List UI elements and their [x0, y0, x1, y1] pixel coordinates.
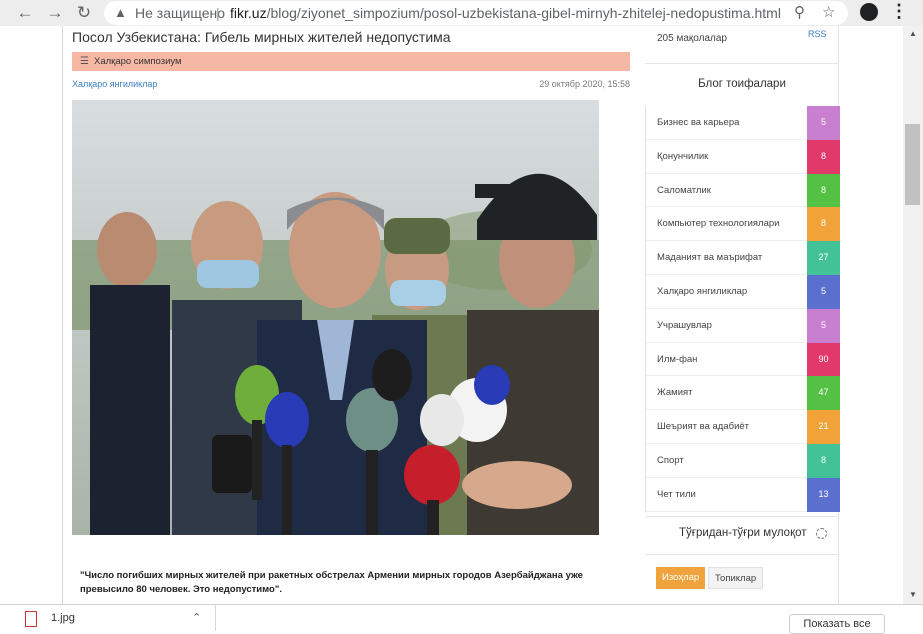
category-name: Чет тили: [657, 488, 696, 500]
category-name: Халқаро янгиликлар: [657, 285, 748, 297]
category-tag-bar[interactable]: ☰ Халқаро симпозиум: [72, 52, 630, 71]
sidebar-category-item[interactable]: Чет тили 13: [646, 477, 840, 512]
scroll-up-arrow-icon[interactable]: ▲: [903, 29, 923, 38]
url-host: fikr.uz: [230, 5, 267, 21]
article-date: 29 октябр 2020, 15:58: [539, 79, 630, 89]
sidebar-category-item[interactable]: Жамият 47: [646, 376, 840, 411]
category-count-badge: 27: [807, 241, 840, 275]
bookmark-star-icon[interactable]: ☆: [822, 1, 835, 25]
tab-topics[interactable]: Топиклар: [708, 567, 764, 589]
zoom-icon[interactable]: ⚲: [794, 1, 805, 25]
category-name: Учрашувлар: [657, 319, 712, 331]
category-link[interactable]: Халқаро янгиликлар: [72, 79, 157, 89]
category-count-badge: 8: [807, 207, 840, 242]
category-count-badge: 8: [807, 139, 840, 174]
sidebar-category-item[interactable]: Халқаро янгиликлар 5: [646, 274, 840, 309]
article-photo: [72, 100, 599, 535]
warning-icon[interactable]: ▲: [114, 1, 127, 25]
url-text[interactable]: fikr.uz/blog/ziyonet_simpozium/posol-uzb…: [230, 1, 781, 25]
article-title: Посол Узбекистана: Гибель мирных жителей…: [72, 29, 451, 45]
download-file-name: 1.jpg: [51, 612, 75, 624]
category-name: Қонунчилик: [657, 150, 709, 162]
url-separator: |: [216, 5, 220, 21]
sidebar-category-item[interactable]: Спорт 8: [646, 443, 840, 478]
browser-toolbar: ← → ↻ ▲ Не защищено | fikr.uz/blog/ziyon…: [0, 0, 923, 26]
sidebar-divider: [645, 554, 839, 555]
press-photo-illustration: [72, 100, 599, 535]
sidebar-category-item[interactable]: Илм-фан 90: [646, 342, 840, 377]
sidebar-category-item[interactable]: Саломатлик 8: [646, 173, 840, 208]
sidebar-category-item[interactable]: Учрашувлар 5: [646, 308, 840, 343]
chevron-up-icon[interactable]: ⌃: [192, 611, 201, 624]
forward-icon[interactable]: →: [44, 2, 66, 24]
category-count-badge: 47: [807, 376, 840, 411]
category-name: Спорт: [657, 454, 684, 466]
category-name: Саломатлик: [657, 184, 711, 196]
sidebar-category-item[interactable]: Бизнес ва карьера 5: [646, 106, 840, 140]
security-label[interactable]: Не защищено: [135, 1, 225, 25]
blog-categories-heading: Блог тоифалари: [698, 78, 786, 90]
sidebar-category-item[interactable]: Шеърият ва адабиёт 21: [646, 410, 840, 444]
direct-chat-title: Тўғридан-тўғри мулоқот: [679, 527, 807, 539]
category-name: Илм-фан: [657, 353, 698, 365]
category-count-badge: 8: [807, 443, 840, 478]
scroll-down-arrow-icon[interactable]: ▼: [903, 590, 923, 599]
left-divider: [62, 26, 63, 604]
layers-icon: ☰: [80, 56, 89, 67]
category-name: Бизнес ва карьера: [657, 117, 740, 128]
downloads-bar: 1.jpg ⌃ Показать все: [0, 604, 923, 634]
web-page: Посол Узбекистана: Гибель мирных жителей…: [0, 26, 903, 604]
category-tag-label: Халқаро симпозиум: [94, 56, 182, 67]
articles-count: 205 мақолалар: [657, 33, 727, 44]
rss-link[interactable]: RSS: [808, 29, 827, 39]
show-all-downloads-button[interactable]: Показать все: [789, 614, 885, 634]
browser-menu-icon[interactable]: ⋮: [890, 1, 908, 22]
category-count-badge: 5: [807, 274, 840, 309]
category-count-badge: 21: [807, 410, 840, 444]
page-scrollbar[interactable]: ▲ ▼: [903, 26, 923, 604]
blog-category-list: Бизнес ва карьера 5 Қонунчилик 8 Саломатлик 8…: [645, 106, 840, 512]
category-count-badge: 8: [807, 173, 840, 208]
category-count-badge: 5: [807, 308, 840, 343]
download-item[interactable]: 1.jpg ⌃: [20, 605, 216, 631]
left-gutter: [0, 26, 63, 604]
sidebar-divider: [645, 516, 839, 517]
sidebar-category-item[interactable]: Қонунчилик 8: [646, 139, 840, 174]
loading-spinner-icon: [816, 528, 827, 539]
category-count-badge: 13: [807, 477, 840, 512]
sidebar-category-item[interactable]: Компьютер технологиялари 8: [646, 207, 840, 242]
category-name: Жамият: [657, 387, 693, 399]
category-count-badge: 5: [807, 106, 840, 140]
category-name: Компьютер технологиялари: [657, 218, 780, 230]
scroll-thumb[interactable]: [905, 124, 920, 205]
reload-icon[interactable]: ↻: [73, 2, 95, 24]
category-name: Шеърият ва адабиёт: [657, 421, 750, 433]
sidebar-divider: [645, 63, 839, 64]
back-icon[interactable]: ←: [14, 2, 36, 24]
image-file-icon: [25, 611, 37, 627]
address-bar[interactable]: ▲ Не защищено | fikr.uz/blog/ziyonet_sim…: [104, 1, 848, 25]
url-path: /blog/ziyonet_simpozium/posol-uzbekistan…: [266, 5, 781, 21]
article-quote: "Число погибших мирных жителей при ракет…: [80, 570, 583, 595]
category-count-badge: 90: [807, 342, 840, 377]
profile-avatar-icon[interactable]: [860, 3, 878, 21]
sidebar-category-item[interactable]: Маданият ва маърифат 27: [646, 241, 840, 275]
tab-comments[interactable]: Изоҳлар: [656, 567, 706, 589]
category-name: Маданият ва маърифат: [657, 252, 763, 264]
